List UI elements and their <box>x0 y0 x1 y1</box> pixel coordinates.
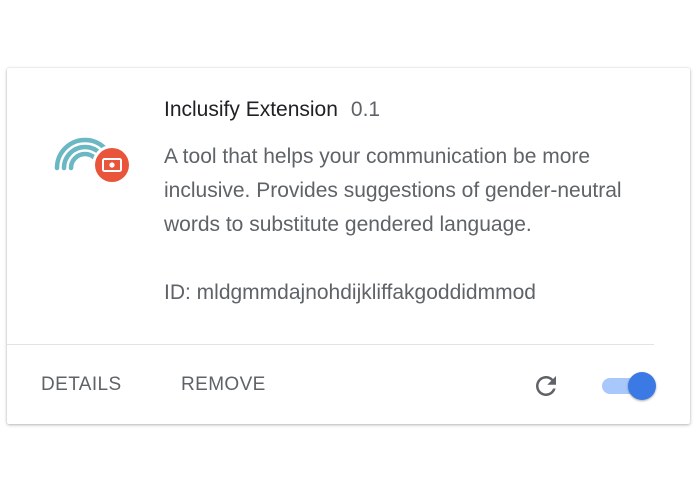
extension-id: ID: mldgmmdajnohdijkliffakgoddidmmod <box>164 281 536 304</box>
card-divider <box>7 344 654 345</box>
remove-button[interactable]: REMOVE <box>181 368 266 402</box>
extension-description: A tool that helps your communication be … <box>164 145 622 236</box>
enable-toggle[interactable] <box>602 371 658 401</box>
rainbow-with-badge-icon <box>51 120 139 192</box>
reload-icon <box>536 376 556 396</box>
extension-title-row: Inclusify Extension 0.1 <box>164 98 380 132</box>
toggle-knob <box>628 372 656 400</box>
extension-card: Inclusify Extension 0.1 A tool that help… <box>7 68 690 424</box>
details-button[interactable]: DETAILS <box>41 368 122 402</box>
extensions-page: Inclusify Extension 0.1 A tool that help… <box>0 0 695 494</box>
reload-button[interactable] <box>531 371 561 401</box>
extension-name: Inclusify Extension <box>164 98 338 121</box>
extension-version: 0.1 <box>350 98 381 121</box>
